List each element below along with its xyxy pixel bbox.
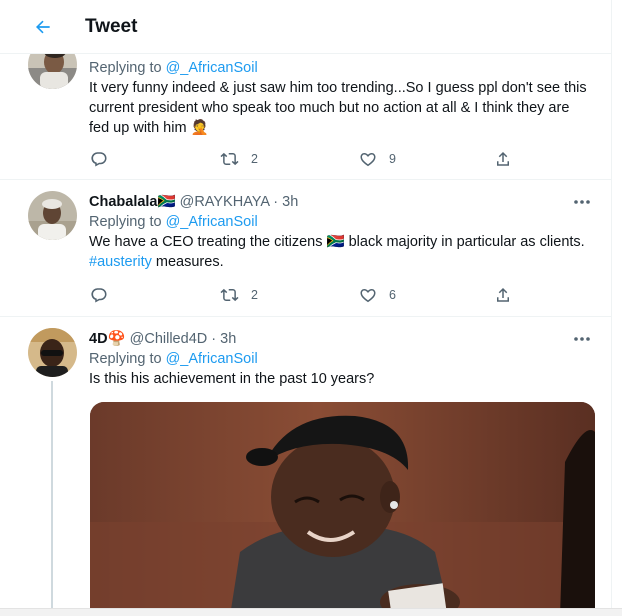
- share-button[interactable]: [494, 284, 512, 306]
- tweet-actions: 2 6: [86, 284, 526, 306]
- tweet-text-part: measures.: [155, 254, 224, 270]
- retweet-icon: [220, 288, 239, 302]
- avatar[interactable]: [28, 328, 77, 377]
- tweet-detail-page: Tweet Replying to @_AfricanSoil It very …: [0, 0, 612, 616]
- retweet-count: 2: [251, 288, 258, 302]
- tweet-text-body: It very funny indeed & just saw him too …: [89, 80, 587, 136]
- replying-handle-link[interactable]: @_AfricanSoil: [166, 351, 258, 367]
- replying-label: Replying to: [89, 214, 162, 230]
- share-button[interactable]: [494, 148, 512, 170]
- replying-to: Replying to @_AfricanSoil: [89, 58, 590, 78]
- window-bottom-edge: [0, 608, 622, 616]
- meta-separator: ·: [211, 331, 217, 347]
- tweet-media[interactable]: [90, 402, 595, 616]
- like-button[interactable]: 6: [359, 284, 396, 306]
- reply-tweet[interactable]: Chabalala🇿🇦 @RAYKHAYA · 3h Replying to @…: [0, 180, 611, 317]
- share-icon: [497, 287, 509, 302]
- heart-icon: [360, 289, 376, 303]
- tweet-timestamp[interactable]: 3h: [282, 194, 298, 210]
- display-name[interactable]: 4D🍄: [89, 331, 126, 347]
- tweet-text: Is this his achievement in the past 10 y…: [89, 371, 375, 387]
- share-icon: [497, 151, 509, 166]
- facepalm-emoji: 🤦: [190, 120, 209, 136]
- more-icon: [574, 200, 590, 204]
- avatar-image: [28, 191, 77, 240]
- top-header: Tweet: [0, 0, 611, 54]
- retweet-button[interactable]: 2: [220, 284, 258, 306]
- tweet-text: It very funny indeed & just saw him too …: [89, 78, 590, 138]
- more-button[interactable]: [570, 329, 594, 349]
- user-handle[interactable]: @RAYKHAYA: [180, 194, 270, 210]
- tweet-content: 4D🍄 @Chilled4D · 3h Replying to @_Africa…: [89, 329, 590, 389]
- tweet-meta: 4D🍄 @Chilled4D · 3h: [89, 329, 590, 349]
- tweet-content: Replying to @_AfricanSoil It very funny …: [89, 58, 590, 138]
- user-handle[interactable]: @Chilled4D: [130, 331, 208, 347]
- like-button[interactable]: 9: [359, 148, 396, 170]
- replying-label: Replying to: [89, 60, 162, 76]
- tweet-text-part: black majority in particular as clients.: [348, 234, 585, 250]
- avatar[interactable]: [28, 191, 77, 240]
- tweet-text-part: We have a CEO treating the citizens: [89, 234, 323, 250]
- back-button[interactable]: [26, 10, 60, 44]
- mushroom-emoji: 🍄: [107, 331, 126, 347]
- heart-icon: [360, 153, 376, 167]
- media-image: [90, 402, 595, 616]
- thread-connector: [51, 381, 53, 616]
- more-button[interactable]: [570, 192, 594, 212]
- like-count: 6: [389, 288, 396, 302]
- retweet-icon: [220, 152, 239, 166]
- tweet-content: Chabalala🇿🇦 @RAYKHAYA · 3h Replying to @…: [89, 192, 590, 272]
- retweet-button[interactable]: 2: [220, 148, 258, 170]
- page-title: Tweet: [85, 16, 138, 37]
- reply-icon: [91, 152, 107, 167]
- display-name[interactable]: Chabalala🇿🇦: [89, 194, 176, 210]
- replying-label: Replying to: [89, 351, 162, 367]
- flag-emoji: 🇿🇦: [157, 194, 176, 210]
- more-icon: [574, 337, 590, 341]
- retweet-count: 2: [251, 152, 258, 166]
- replying-handle-link[interactable]: @_AfricanSoil: [166, 214, 258, 230]
- tweet-text: We have a CEO treating the citizens 🇿🇦 b…: [89, 232, 590, 272]
- display-name-text: Chabalala: [89, 194, 158, 210]
- replying-to: Replying to @_AfricanSoil: [89, 212, 590, 232]
- arrow-left-icon: [36, 20, 50, 34]
- hashtag-link[interactable]: #austerity: [89, 254, 152, 270]
- reply-button[interactable]: [90, 284, 108, 306]
- avatar-image: [28, 328, 77, 377]
- flag-emoji: 🇿🇦: [326, 234, 345, 250]
- tweet-meta: Chabalala🇿🇦 @RAYKHAYA · 3h: [89, 192, 590, 212]
- like-count: 9: [389, 152, 396, 166]
- meta-separator: ·: [273, 194, 279, 210]
- replying-to: Replying to @_AfricanSoil: [89, 349, 590, 369]
- reply-icon: [91, 288, 107, 303]
- display-name-text: 4D: [89, 331, 108, 347]
- tweet-actions: 2 9: [86, 148, 526, 170]
- reply-button[interactable]: [90, 148, 108, 170]
- replying-handle-link[interactable]: @_AfricanSoil: [166, 60, 258, 76]
- tweet-timestamp[interactable]: 3h: [220, 331, 236, 347]
